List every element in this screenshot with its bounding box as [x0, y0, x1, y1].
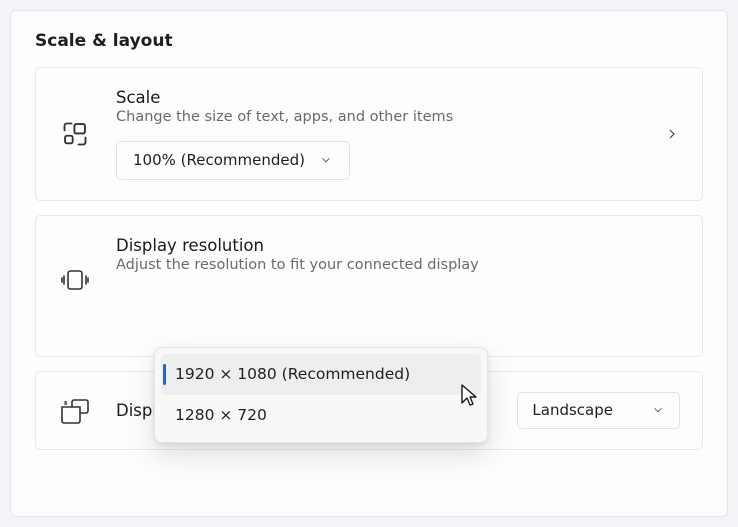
resolution-option-1[interactable]: 1920 × 1080 (Recommended) [161, 354, 481, 395]
scale-title: Scale [116, 88, 680, 107]
resolution-desc: Adjust the resolution to fit your connec… [116, 257, 680, 273]
scale-card[interactable]: Scale Change the size of text, apps, and… [35, 67, 703, 201]
scale-desc: Change the size of text, apps, and other… [116, 109, 680, 125]
chevron-down-icon [319, 153, 333, 167]
resolution-title: Display resolution [116, 236, 680, 255]
resolution-icon [58, 268, 92, 292]
resolution-card[interactable]: Display resolution Adjust the resolution… [35, 215, 703, 357]
chevron-down-icon [651, 403, 665, 417]
orientation-dropdown-value: Landscape [532, 401, 613, 419]
chevron-right-icon[interactable] [664, 126, 680, 142]
orientation-dropdown[interactable]: Landscape [517, 392, 680, 429]
settings-panel: Scale & layout Scale Change the size of … [10, 10, 728, 517]
section-title: Scale & layout [35, 31, 703, 51]
scale-icon [58, 120, 92, 148]
scale-dropdown[interactable]: 100% (Recommended) [116, 141, 350, 180]
resolution-dropdown-flyout: 1920 × 1080 (Recommended) 1280 × 720 [154, 347, 488, 443]
resolution-option-2[interactable]: 1280 × 720 [161, 395, 481, 436]
orientation-icon [58, 398, 92, 424]
resolution-option-label: 1280 × 720 [175, 406, 267, 424]
resolution-option-label: 1920 × 1080 (Recommended) [175, 365, 410, 383]
scale-dropdown-value: 100% (Recommended) [133, 151, 305, 169]
selection-indicator [163, 364, 166, 385]
